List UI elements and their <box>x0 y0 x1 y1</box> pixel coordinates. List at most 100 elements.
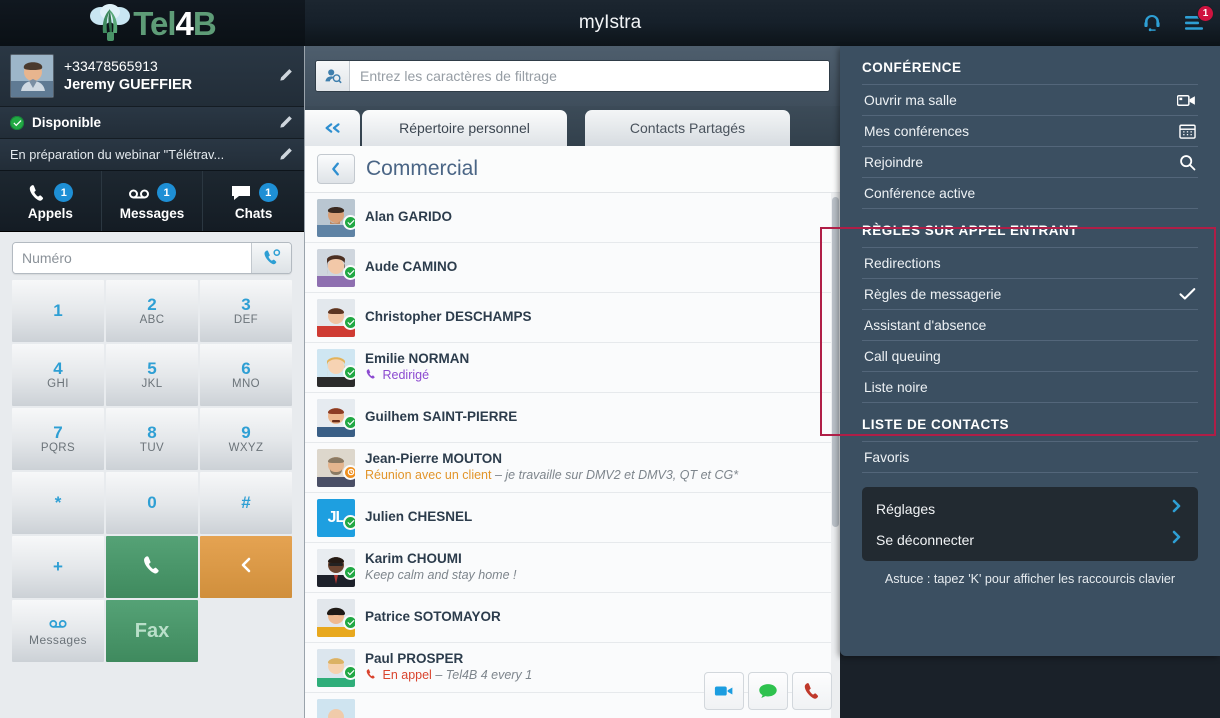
my-status-label: Disponible <box>32 115 102 130</box>
menu-item-assistant-dabsence[interactable]: Assistant d'absence <box>862 310 1198 341</box>
collapse-panel-button[interactable] <box>305 110 360 146</box>
backspace-chevron-icon <box>237 555 255 579</box>
menu-item-mes-conferences[interactable]: Mes conférences <box>862 116 1198 147</box>
key-digit: 8 <box>147 423 157 443</box>
tree-logo-icon <box>90 4 131 41</box>
scrollbar-thumb[interactable] <box>832 197 839 527</box>
my-profile-block[interactable]: +33478565913 Jeremy GUEFFIER <box>0 46 304 107</box>
tab-contacts-partages[interactable]: Contacts Partagés <box>585 110 790 146</box>
dial-call-button[interactable] <box>251 243 291 273</box>
chats-badge: 1 <box>258 183 278 202</box>
list-item[interactable]: Alan GARIDO <box>305 193 840 243</box>
menu-item-call-queuing[interactable]: Call queuing <box>862 341 1198 372</box>
contact-list[interactable]: Alan GARIDO Aude CAMINO Christopher DESC… <box>305 193 840 718</box>
chevron-right-icon <box>1170 498 1184 519</box>
pencil-icon[interactable] <box>276 146 294 164</box>
chat-bubble-icon <box>230 184 252 202</box>
dialpad-fax-button[interactable]: Fax <box>106 600 198 662</box>
list-item[interactable]: Aude CAMINO <box>305 243 840 293</box>
pencil-icon[interactable] <box>276 114 294 132</box>
contact-name: Jean-Pierre MOUTON <box>365 451 503 467</box>
list-item[interactable]: Patrice SOTOMAYOR <box>305 593 840 643</box>
menu-item-conference-active[interactable]: Conférence active <box>862 178 1198 209</box>
sidebar-item-appels[interactable]: 1 Appels <box>0 171 102 231</box>
presence-online-icon <box>343 664 355 680</box>
key-digit: 2 <box>147 295 157 315</box>
list-item[interactable]: Emilie NORMAN Redirigé <box>305 343 840 393</box>
list-item[interactable]: Guilhem SAINT-PIERRE <box>305 393 840 443</box>
dialpad-key-plus[interactable]: + <box>12 536 104 598</box>
dialpad-key-2[interactable]: 2 ABC <box>106 280 198 342</box>
menu-item-favoris[interactable]: Favoris <box>862 442 1198 473</box>
contact-name: Guilhem SAINT-PIERRE <box>365 409 518 425</box>
double-chevron-left-icon <box>325 123 340 133</box>
menu-item-liste-noire[interactable]: Liste noire <box>862 372 1198 403</box>
messages-key-label: Messages <box>29 632 87 647</box>
hamburger-menu-icon[interactable]: 1 <box>1184 5 1214 32</box>
menu-item-rejoindre[interactable]: Rejoindre <box>862 147 1198 178</box>
contact-search-icon[interactable] <box>316 61 350 91</box>
dialpad: 1 2 ABC 3 DEF 4 GHI 5 JKL 6 MNO 7 PQRS 8… <box>0 280 304 662</box>
contact-text: Emilie NORMAN Redirigé <box>365 351 828 384</box>
dialpad-key-4[interactable]: 4 GHI <box>12 344 104 406</box>
dialpad-key-0[interactable]: 0 <box>106 472 198 534</box>
sidebar-item-chats[interactable]: 1 Chats <box>203 171 304 231</box>
menu-item-label: Assistant d'absence <box>864 317 987 333</box>
my-note-row[interactable]: En préparation du webinar "Télétrav... <box>0 139 304 171</box>
number-input[interactable] <box>13 243 251 273</box>
dialpad-key-hash[interactable]: # <box>200 472 292 534</box>
menu-item-regles-de-messagerie[interactable]: Règles de messagerie <box>862 279 1198 310</box>
dialpad-key-7[interactable]: 7 PQRS <box>12 408 104 470</box>
contact-name: Christopher DESCHAMPS <box>365 309 532 325</box>
dialpad-key-1[interactable]: 1 <box>12 280 104 342</box>
sidebar-tab-label: Chats <box>234 205 273 221</box>
phone-headset-icon[interactable] <box>1142 13 1162 33</box>
dialpad-key-3[interactable]: 3 DEF <box>200 280 292 342</box>
dialpad-key-6[interactable]: 6 MNO <box>200 344 292 406</box>
avatar <box>317 448 355 487</box>
dialpad-backspace-button[interactable] <box>200 536 292 598</box>
group-back-button[interactable] <box>317 154 355 184</box>
search-input[interactable] <box>350 61 829 91</box>
my-status-row[interactable]: Disponible <box>0 107 304 139</box>
sidebar-tab-label: Appels <box>27 205 73 221</box>
menu-item-label: Se déconnecter <box>876 531 975 548</box>
dialpad-key-5[interactable]: 5 JKL <box>106 344 198 406</box>
call-button[interactable] <box>792 672 832 710</box>
menu-item-label: Mes conférences <box>864 123 970 139</box>
menu-item-label: Conférence active <box>864 185 976 201</box>
contact-status: Redirigé <box>365 368 828 384</box>
dialpad-key-9[interactable]: 9 WXYZ <box>200 408 292 470</box>
list-item[interactable]: JL Julien CHESNEL <box>305 493 840 543</box>
my-phone-number: +33478565913 <box>64 57 158 74</box>
key-digit: + <box>53 557 63 577</box>
menu-item-ouvrir-ma-salle[interactable]: Ouvrir ma salle <box>862 85 1198 116</box>
video-call-button[interactable] <box>704 672 744 710</box>
menu-item-reglages[interactable]: Réglages <box>876 493 1184 524</box>
dialpad-messages-button[interactable]: Messages <box>12 600 104 662</box>
sidebar-item-messages[interactable]: 1 Messages <box>102 171 204 231</box>
video-camera-icon <box>1177 94 1196 107</box>
pencil-icon[interactable] <box>276 67 294 85</box>
contact-name: Patrice SOTOMAYOR <box>365 609 501 625</box>
menu-item-redirections[interactable]: Redirections <box>862 248 1198 279</box>
list-item[interactable]: Jean-Pierre MOUTON Réunion avec un clien… <box>305 443 840 493</box>
contacts-scrollbar[interactable] <box>831 193 840 718</box>
avatar <box>317 248 355 287</box>
app-logo[interactable]: Tel4B <box>0 0 305 46</box>
dialpad-call-button[interactable] <box>106 536 198 598</box>
dialpad-key-8[interactable]: 8 TUV <box>106 408 198 470</box>
chat-button[interactable] <box>748 672 788 710</box>
menu-item-label: Rejoindre <box>864 154 924 170</box>
calendar-icon <box>1179 123 1196 139</box>
dialpad-key-star[interactable]: * <box>12 472 104 534</box>
contact-name: Emilie NORMAN <box>365 351 470 367</box>
tab-repertoire-personnel[interactable]: Répertoire personnel <box>362 110 567 146</box>
list-item[interactable]: Christopher DESCHAMPS <box>305 293 840 343</box>
account-menu: Réglages Se déconnecter <box>862 487 1198 561</box>
menu-item-se-deconnecter[interactable]: Se déconnecter <box>876 524 1184 555</box>
list-item[interactable]: Karim CHOUMI Keep calm and stay home ! <box>305 543 840 593</box>
key-digit: * <box>54 493 62 513</box>
chat-icon <box>759 684 777 698</box>
presence-online-icon <box>343 314 355 330</box>
